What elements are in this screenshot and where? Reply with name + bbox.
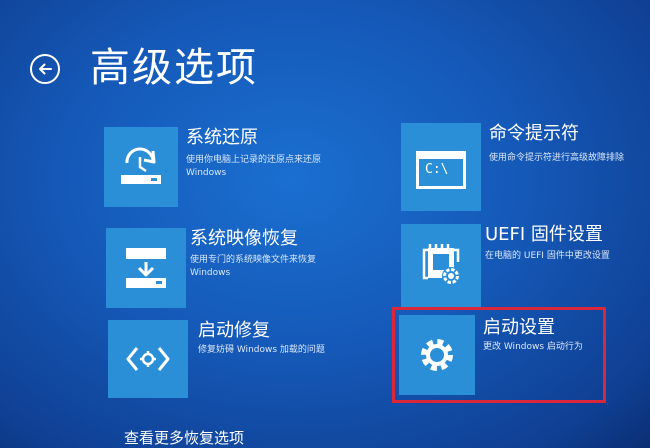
startup-repair-icon (125, 344, 171, 374)
option-title: 命令提示符 (489, 123, 579, 144)
system-image-tile (106, 228, 186, 308)
option-description: 使用专门的系统映像文件来恢复 (190, 255, 317, 265)
uefi-settings-tile (401, 224, 481, 308)
option-title: UEFI 固件设置 (485, 224, 603, 245)
option-startup-repair[interactable]: 启动修复 修复妨碍 Windows 加载的问题 (108, 320, 378, 398)
back-button[interactable] (30, 54, 60, 84)
option-description-line2: Windows (186, 168, 227, 178)
system-image-icon (122, 244, 170, 292)
option-system-image-recovery[interactable]: 系统映像恢复 使用专门的系统映像文件来恢复 Windows (106, 228, 376, 308)
startup-repair-tile (108, 320, 188, 398)
command-prompt-icon: C:\ (416, 151, 466, 189)
option-description: 更改 Windows 启动行为 (483, 342, 583, 352)
option-uefi-firmware-settings[interactable]: UEFI 固件设置 在电脑的 UEFI 固件中更改设置 (401, 224, 646, 308)
option-description: 在电脑的 UEFI 固件中更改设置 (485, 251, 610, 261)
option-system-restore[interactable]: 系统还原 使用你电脑上记录的还原点来还原 Windows (104, 127, 374, 207)
option-command-prompt[interactable]: C:\ 命令提示符 使用命令提示符进行高级故障排除 (401, 123, 646, 211)
option-title: 启动修复 (198, 320, 270, 341)
option-description: 修复妨碍 Windows 加载的问题 (198, 345, 325, 355)
command-prompt-icon-text: C:\ (425, 162, 449, 177)
option-description: 使用你电脑上记录的还原点来还原 (186, 155, 322, 165)
back-arrow-icon (37, 61, 53, 77)
startup-settings-tile (399, 315, 475, 395)
option-title: 系统还原 (186, 127, 258, 148)
option-title: 启动设置 (483, 317, 555, 338)
more-recovery-options-link[interactable]: 查看更多恢复选项 (124, 428, 244, 448)
command-prompt-tile: C:\ (401, 123, 481, 211)
option-startup-settings[interactable]: 启动设置 更改 Windows 启动行为 (399, 315, 604, 395)
command-prompt-titlebar (419, 154, 463, 159)
system-restore-icon (117, 145, 165, 189)
option-description-line2: Windows (190, 268, 231, 278)
gear-icon (417, 335, 457, 375)
option-title: 系统映像恢复 (190, 228, 298, 249)
page-title: 高级选项 (90, 45, 258, 91)
system-restore-tile (104, 127, 178, 207)
uefi-settings-icon (416, 242, 466, 290)
option-description: 使用命令提示符进行高级故障排除 (489, 153, 625, 163)
